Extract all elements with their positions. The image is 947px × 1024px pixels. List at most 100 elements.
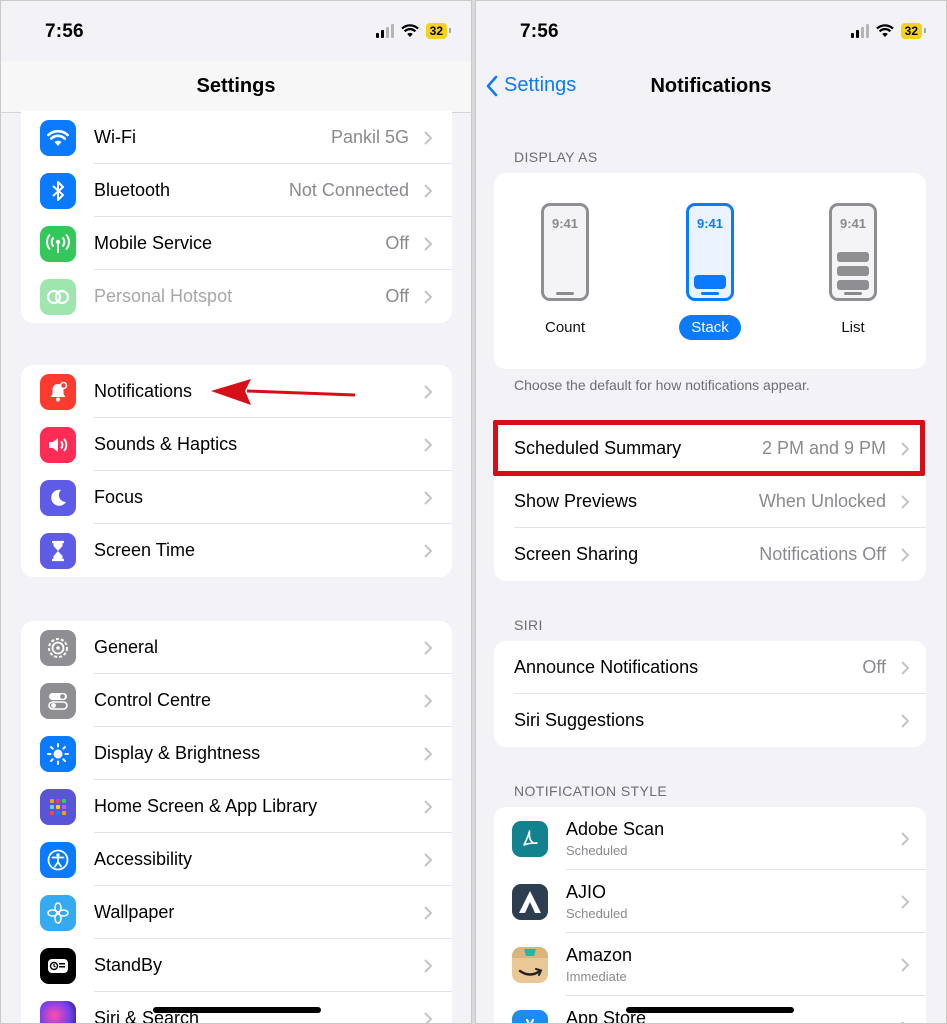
- chevron-right-icon: [424, 543, 432, 558]
- sun-icon: [40, 735, 76, 772]
- row-label: Wallpaper: [94, 902, 175, 922]
- row-value: Pankil 5G: [330, 127, 409, 147]
- section-header-display-as: DISPLAY AS: [514, 149, 598, 165]
- chevron-right-icon: [424, 130, 432, 145]
- toggles-icon: [40, 682, 76, 719]
- settings-row-show-previews[interactable]: Show Previews When Unlocked: [494, 475, 926, 528]
- summary-group: Scheduled Summary 2 PM and 9 PM Show Pre…: [494, 422, 926, 581]
- settings-row-home-screen[interactable]: Home Screen & App Library: [21, 780, 452, 833]
- chevron-right-icon: [901, 713, 909, 728]
- status-bar: 7:56 32: [1, 1, 471, 61]
- settings-row-focus[interactable]: Focus: [21, 471, 452, 524]
- app-name: Amazon: [566, 945, 633, 965]
- chevron-right-icon: [424, 384, 432, 399]
- row-value: Off: [862, 657, 886, 677]
- settings-row-mobile-service[interactable]: Mobile Service Off: [21, 217, 452, 270]
- app-grid-icon: [40, 788, 76, 825]
- settings-row-screen-sharing[interactable]: Screen Sharing Notifications Off: [494, 528, 926, 581]
- row-label: Home Screen & App Library: [94, 796, 318, 816]
- moon-icon: [40, 479, 76, 516]
- chevron-right-icon: [901, 831, 909, 846]
- display-option-list[interactable]: 9:41 List: [793, 203, 913, 340]
- settings-row-standby[interactable]: StandBy: [21, 939, 452, 992]
- battery-icon: 32: [900, 23, 927, 39]
- chevron-right-icon: [424, 799, 432, 814]
- app-store-icon: [512, 1009, 548, 1023]
- display-option-count[interactable]: 9:41 Count: [505, 203, 625, 340]
- app-row-adobe-scan[interactable]: Adobe Scan Scheduled: [494, 807, 926, 870]
- section-header-siri: SIRI: [514, 617, 543, 633]
- settings-row-accessibility[interactable]: Accessibility: [21, 833, 452, 886]
- wifi-icon: [40, 119, 76, 156]
- app-name: Adobe Scan: [566, 819, 665, 839]
- standby-icon: [40, 947, 76, 984]
- section-header-notification-style: NOTIFICATION STYLE: [514, 783, 668, 799]
- row-label: StandBy: [94, 955, 163, 975]
- cellular-signal-icon: [375, 24, 394, 38]
- accessibility-icon: [40, 841, 76, 878]
- settings-row-general[interactable]: General: [21, 621, 452, 674]
- row-label: Display & Brightness: [94, 743, 261, 763]
- display-option-stack[interactable]: 9:41 Stack: [650, 203, 770, 340]
- app-row-ajio[interactable]: AJIO Scheduled: [494, 870, 926, 933]
- app-name: AJIO: [566, 882, 607, 902]
- chevron-right-icon: [901, 441, 909, 456]
- display-as-footnote: Choose the default for how notifications…: [514, 377, 810, 393]
- settings-row-wallpaper[interactable]: Wallpaper: [21, 886, 452, 939]
- settings-row-control-centre[interactable]: Control Centre: [21, 674, 452, 727]
- chevron-right-icon: [424, 236, 432, 251]
- settings-row-announce-notifications[interactable]: Announce Notifications Off: [494, 641, 926, 694]
- row-label: Screen Sharing: [514, 544, 639, 564]
- settings-row-personal-hotspot[interactable]: Personal Hotspot Off: [21, 270, 452, 323]
- row-value: Not Connected: [288, 180, 409, 200]
- settings-row-siri-suggestions[interactable]: Siri Suggestions: [494, 694, 926, 747]
- page-title: Settings: [196, 75, 276, 97]
- preview-time: 9:41: [839, 216, 867, 231]
- settings-row-wifi[interactable]: Wi-Fi Pankil 5G: [21, 111, 452, 164]
- home-indicator[interactable]: [153, 1007, 321, 1013]
- phone-preview-stack: 9:41: [686, 203, 734, 301]
- ajio-icon: [512, 883, 548, 920]
- row-value: When Unlocked: [758, 491, 886, 511]
- chevron-right-icon: [424, 490, 432, 505]
- hotspot-icon: [40, 278, 76, 315]
- home-indicator[interactable]: [626, 1007, 794, 1013]
- row-label: Screen Time: [94, 540, 196, 560]
- settings-row-scheduled-summary[interactable]: Scheduled Summary 2 PM and 9 PM: [494, 422, 926, 475]
- status-bar: 7:56 32: [476, 1, 946, 61]
- row-label: Focus: [94, 487, 144, 507]
- row-label: Notifications: [94, 381, 193, 401]
- red-arrow-annotation: [211, 379, 356, 405]
- bell-icon: [40, 373, 76, 410]
- row-label: Show Previews: [514, 491, 638, 511]
- notifications-screen: 7:56 32 Settings Notifications DISPLAY A…: [475, 0, 947, 1024]
- notification-style-group: Adobe Scan Scheduled AJIO Scheduled Amaz…: [494, 807, 926, 1023]
- chevron-right-icon: [424, 183, 432, 198]
- app-row-amazon[interactable]: Amazon Immediate: [494, 933, 926, 996]
- chevron-right-icon: [424, 289, 432, 304]
- chevron-right-icon: [901, 494, 909, 509]
- wifi-status-icon: [400, 24, 419, 37]
- nav-bar: Settings: [1, 61, 471, 113]
- adobe-scan-icon: [512, 820, 548, 857]
- preview-time: 9:41: [551, 216, 579, 231]
- phone-preview-list: 9:41: [829, 203, 877, 301]
- settings-row-bluetooth[interactable]: Bluetooth Not Connected: [21, 164, 452, 217]
- status-time: 7:56: [520, 21, 559, 42]
- general-group: General Control Centre Display & Brightn…: [21, 621, 452, 1023]
- speaker-icon: [40, 426, 76, 463]
- chevron-right-icon: [901, 894, 909, 909]
- chevron-right-icon: [424, 1011, 432, 1023]
- cellular-signal-icon: [850, 24, 869, 38]
- row-label: Accessibility: [94, 849, 193, 869]
- chevron-right-icon: [424, 905, 432, 920]
- gear-icon: [40, 629, 76, 666]
- settings-row-screen-time[interactable]: Screen Time: [21, 524, 452, 577]
- settings-row-sounds-haptics[interactable]: Sounds & Haptics: [21, 418, 452, 471]
- chevron-right-icon: [424, 852, 432, 867]
- settings-row-display-brightness[interactable]: Display & Brightness: [21, 727, 452, 780]
- row-value: 2 PM and 9 PM: [761, 438, 886, 458]
- antenna-icon: [40, 225, 76, 262]
- amazon-icon: [512, 946, 548, 983]
- siri-icon: [40, 1000, 76, 1023]
